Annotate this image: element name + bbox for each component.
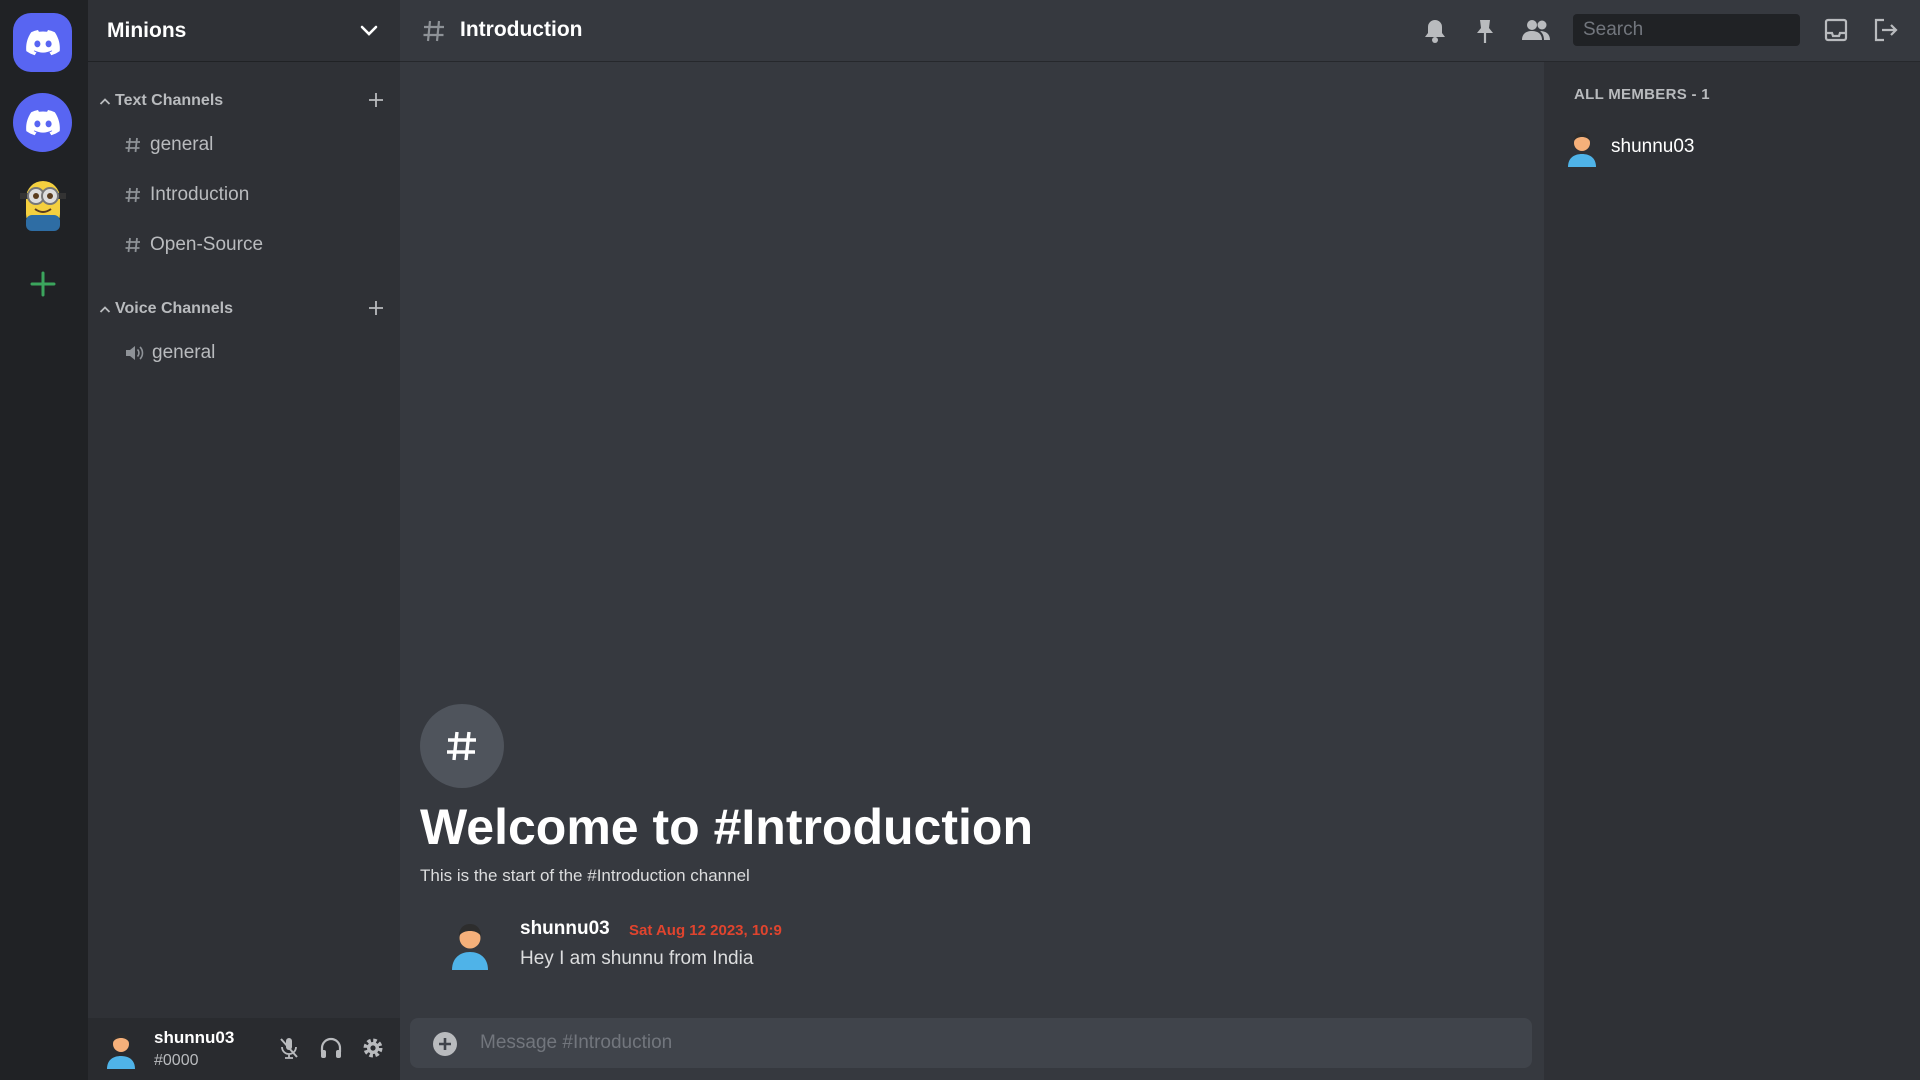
welcome-title: Welcome to #Introduction [420, 799, 1033, 855]
channel-open-source[interactable]: Open-Source [124, 225, 388, 265]
inbox-icon[interactable] [1824, 18, 1848, 42]
category-label: Voice Channels [115, 300, 233, 317]
server-home-discord[interactable] [13, 13, 72, 72]
add-channel-icon[interactable] [367, 91, 385, 109]
discord-logo-icon [25, 109, 60, 135]
message-avatar-icon[interactable] [446, 918, 494, 970]
message-timestamp: Sat Aug 12 2023, 10:9 [629, 922, 782, 939]
plus-icon [30, 271, 55, 296]
channel-general[interactable]: general [124, 125, 388, 165]
user-tag: #0000 [154, 1052, 199, 1069]
hashtag-icon [125, 237, 140, 253]
message-composer [410, 1018, 1532, 1068]
server-name: Minions [107, 18, 187, 42]
message-content: Hey I am shunnu from India [520, 948, 754, 969]
user-panel: shunnu03 #0000 [88, 1018, 400, 1080]
hashtag-icon [423, 20, 444, 42]
user-avatar-icon[interactable] [103, 1029, 139, 1069]
chevron-down-icon [360, 25, 378, 36]
mute-microphone-icon[interactable] [278, 1036, 300, 1060]
members-icon[interactable] [1521, 18, 1551, 42]
channel-sidebar: Minions Text Channels general Introducti… [88, 0, 400, 1080]
voice-channel-general[interactable]: general [124, 333, 388, 373]
channel-title: Introduction [460, 18, 583, 41]
channel-label: general [152, 342, 216, 363]
chevron-up-icon [99, 97, 111, 105]
message-input[interactable] [480, 1018, 1510, 1068]
minion-avatar-icon [19, 180, 66, 231]
category-voice-channels[interactable]: Voice Channels [99, 296, 389, 322]
gear-icon[interactable] [361, 1036, 385, 1060]
channel-label: Open-Source [150, 234, 264, 255]
chevron-up-icon [99, 305, 111, 313]
bell-icon[interactable] [1423, 18, 1447, 44]
member-avatar-icon [1568, 132, 1596, 167]
channel-header: Introduction [400, 0, 1920, 62]
headphones-icon[interactable] [319, 1036, 343, 1060]
message-author[interactable]: shunnu03 [520, 918, 610, 940]
pin-icon[interactable] [1474, 18, 1496, 44]
members-header: ALL MEMBERS - 1 [1574, 86, 1710, 103]
hashtag-icon [125, 137, 140, 153]
server-discord[interactable] [13, 93, 72, 152]
channel-welcome-icon [420, 704, 504, 788]
search-input[interactable] [1573, 14, 1800, 46]
add-channel-icon[interactable] [367, 299, 385, 317]
member-list: ALL MEMBERS - 1 shunnu03 [1544, 62, 1920, 1080]
member-name: shunnu03 [1611, 136, 1695, 157]
channel-label: general [150, 134, 214, 155]
add-attachment-icon[interactable] [432, 1031, 458, 1057]
server-rail [0, 0, 88, 1080]
add-server-button[interactable] [13, 254, 72, 313]
welcome-subtitle: This is the start of the #Introduction c… [420, 866, 750, 885]
user-name: shunnu03 [154, 1028, 235, 1047]
server-header[interactable]: Minions [88, 0, 400, 62]
speaker-icon [126, 346, 144, 360]
discord-logo-icon [25, 29, 60, 55]
category-label: Text Channels [115, 92, 224, 109]
hashtag-icon [125, 187, 140, 203]
channel-introduction[interactable]: Introduction [124, 175, 388, 215]
category-text-channels[interactable]: Text Channels [99, 88, 389, 114]
hashtag-icon [447, 731, 476, 761]
member-item[interactable]: shunnu03 [1564, 124, 1894, 170]
server-minions[interactable] [13, 175, 72, 234]
channel-label: Introduction [150, 184, 250, 205]
logout-icon[interactable] [1873, 18, 1899, 42]
